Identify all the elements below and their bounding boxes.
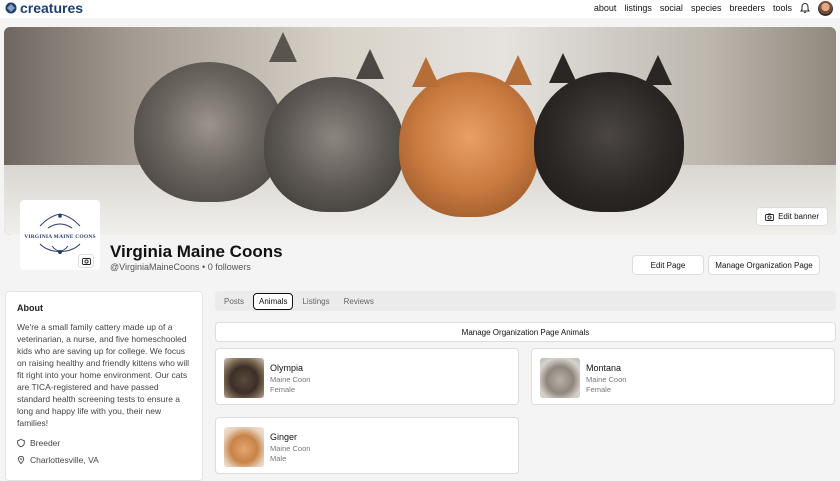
camera-icon xyxy=(765,213,775,221)
about-text: We're a small family cattery made up of … xyxy=(17,322,189,428)
animal-sex: Male xyxy=(270,454,287,463)
organization-type-label: Breeder xyxy=(30,438,61,448)
kitten-orange xyxy=(399,72,539,217)
organization-type: Breeder xyxy=(17,438,191,448)
ornament-icon xyxy=(39,213,81,229)
edit-banner-button[interactable]: Edit banner xyxy=(756,207,828,226)
animal-sex: Female xyxy=(270,385,296,394)
tab-animals[interactable]: Animals xyxy=(253,292,294,310)
edit-banner-label: Edit banner xyxy=(778,212,819,221)
nav-social[interactable]: social xyxy=(660,3,683,13)
organization-handle: @VirginiaMaineCoons xyxy=(110,262,200,272)
kitten-ear xyxy=(644,55,672,85)
animal-name: Ginger xyxy=(270,432,298,442)
animal-name: Montana xyxy=(586,363,622,373)
animal-photo xyxy=(224,427,264,467)
nav-tools[interactable]: tools xyxy=(773,3,792,13)
nav-breeders[interactable]: breeders xyxy=(729,3,765,13)
animal-breed: Maine Coon xyxy=(270,444,311,453)
animal-card-montana[interactable]: Montana Maine Coon Female xyxy=(531,348,835,405)
kitten-grey xyxy=(134,62,284,202)
page-tabs: Posts Animals Listings Reviews xyxy=(215,291,836,311)
tab-reviews[interactable]: Reviews xyxy=(339,294,379,309)
brand-name: creatures xyxy=(20,0,84,16)
manage-organization-page-animals-button[interactable]: Manage Organization Page Animals xyxy=(215,322,836,342)
nav-listings[interactable]: listings xyxy=(624,3,652,13)
organization-location-label: Charlottesville, VA xyxy=(30,455,99,465)
animal-breed: Maine Coon xyxy=(586,375,627,384)
followers-count[interactable]: 0 followers xyxy=(208,262,251,272)
brand-logo[interactable]: creatures xyxy=(5,0,83,16)
location-pin-icon xyxy=(17,456,25,464)
kitten-ear xyxy=(504,55,532,85)
about-card: About We're a small family cattery made … xyxy=(5,291,203,481)
page-subtitle: @VirginiaMaineCoons • 0 followers xyxy=(110,262,251,272)
about-title: About xyxy=(17,303,43,313)
animal-breed: Maine Coon xyxy=(270,375,311,384)
animal-card-olympia[interactable]: Olympia Maine Coon Female xyxy=(215,348,519,405)
camera-icon xyxy=(81,258,91,265)
animal-sex: Female xyxy=(586,385,612,394)
kitten-ear xyxy=(269,32,297,62)
kitten-black xyxy=(534,72,684,212)
organization-location: Charlottesville, VA xyxy=(17,455,191,465)
manage-organization-page-button[interactable]: Manage Organization Page xyxy=(708,255,820,275)
bell-icon[interactable] xyxy=(799,2,811,14)
top-navigation-bar: creatures about listings social species … xyxy=(0,0,840,18)
paw-icon xyxy=(5,2,17,14)
main-nav: about listings social species breeders t… xyxy=(594,3,792,13)
user-avatar[interactable] xyxy=(818,1,833,16)
nav-about[interactable]: about xyxy=(594,3,617,13)
animal-card-ginger[interactable]: Ginger Maine Coon Male xyxy=(215,417,519,474)
animal-photo xyxy=(224,358,264,398)
tab-listings[interactable]: Listings xyxy=(297,294,334,309)
page-banner: Edit banner xyxy=(4,27,836,235)
change-logo-button[interactable] xyxy=(78,254,94,268)
kitten-tabby xyxy=(264,77,404,212)
animal-photo xyxy=(540,358,580,398)
shield-icon xyxy=(17,439,25,447)
tab-posts[interactable]: Posts xyxy=(219,294,249,309)
animal-name: Olympia xyxy=(270,363,304,373)
kitten-ear xyxy=(356,49,384,79)
edit-page-button[interactable]: Edit Page xyxy=(632,255,704,275)
kitten-ear xyxy=(549,53,577,83)
page-title: Virginia Maine Coons xyxy=(110,242,283,261)
nav-species[interactable]: species xyxy=(691,3,722,13)
kitten-ear xyxy=(412,57,440,87)
